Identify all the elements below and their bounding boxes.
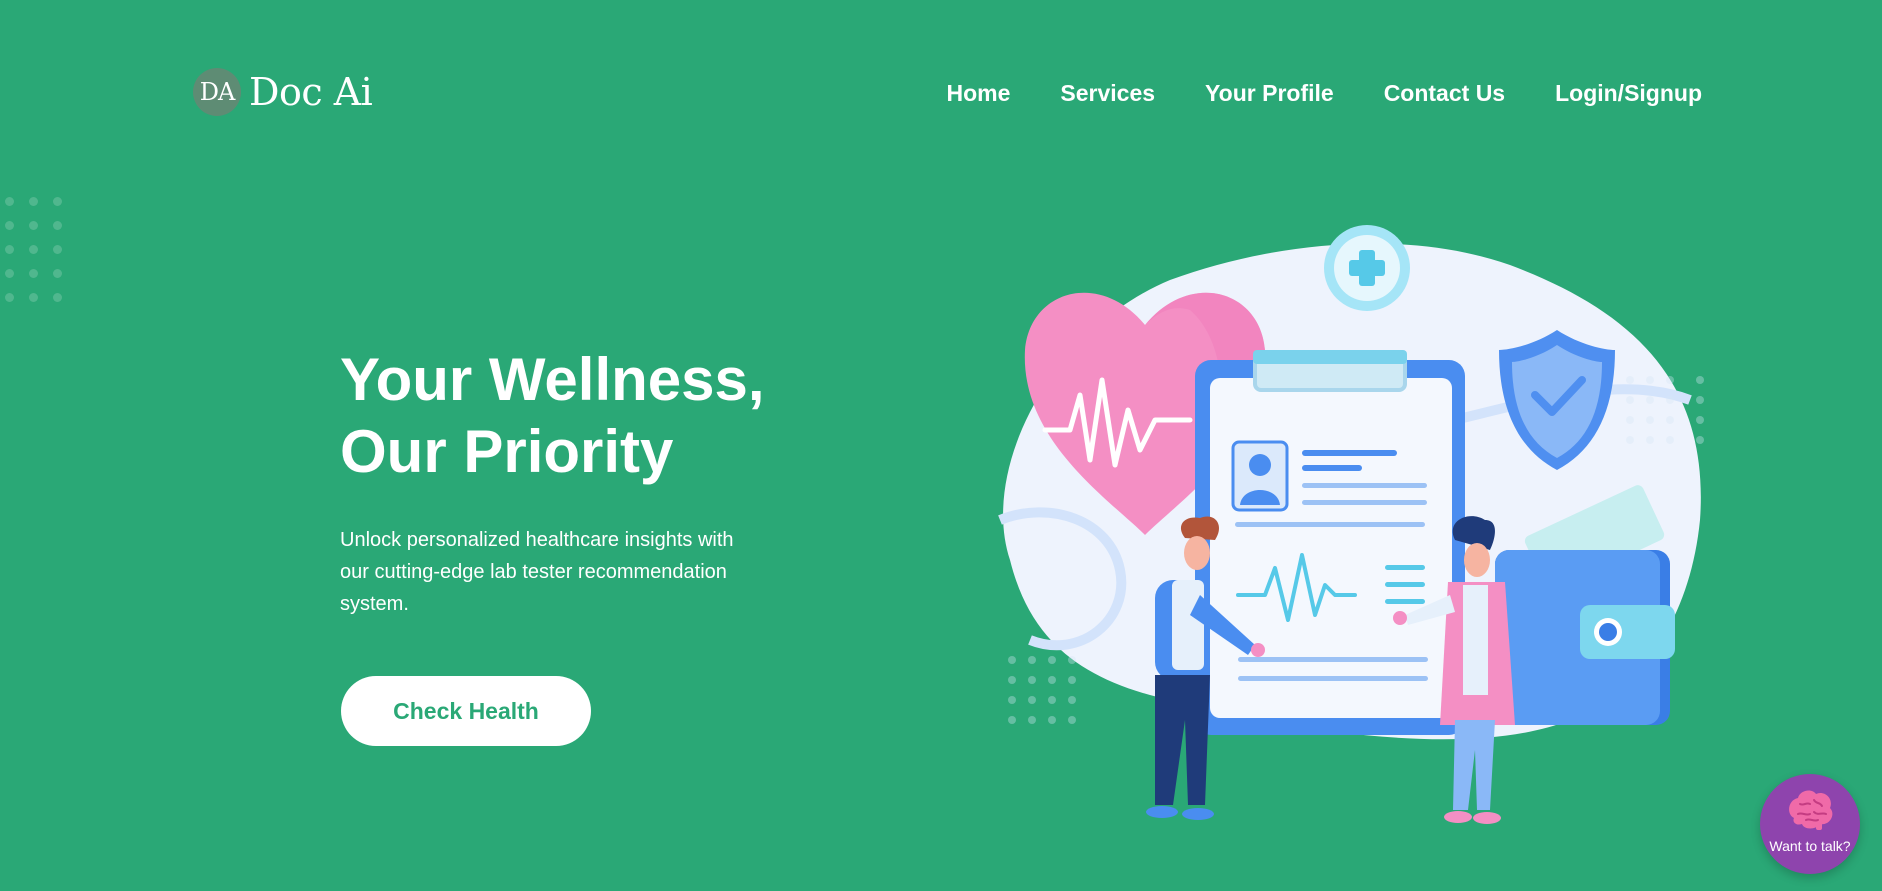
illustration-dots-left <box>1008 656 1076 724</box>
decorative-dots <box>5 197 62 302</box>
hero-title: Your Wellness, Our Priority <box>340 344 765 488</box>
nav-your-profile[interactable]: Your Profile <box>1205 80 1334 107</box>
hero-title-line-1: Your Wellness, <box>340 346 765 413</box>
main-nav: Home Services Your Profile Contact Us Lo… <box>946 80 1702 107</box>
nav-services[interactable]: Services <box>1060 80 1155 107</box>
chat-label: Want to talk? <box>1769 838 1851 854</box>
landing-page: DA Doc Ai Home Services Your Profile Con… <box>0 0 1882 891</box>
logo-text: Doc Ai <box>249 70 373 114</box>
brain-icon <box>1789 790 1833 830</box>
nav-login-signup[interactable]: Login/Signup <box>1555 80 1702 107</box>
logo[interactable]: DA Doc Ai <box>193 68 373 116</box>
nav-home[interactable]: Home <box>946 80 1010 107</box>
healthcare-illustration <box>998 225 1704 824</box>
check-health-button[interactable]: Check Health <box>341 676 591 746</box>
nav-contact-us[interactable]: Contact Us <box>1384 80 1505 107</box>
logo-badge: DA <box>193 68 241 116</box>
chat-bubble-button[interactable]: Want to talk? <box>1760 774 1860 874</box>
hero-title-line-2: Our Priority <box>340 418 674 485</box>
hero-description: Unlock personalized healthcare insights … <box>340 529 734 615</box>
clipboard-icon <box>1195 350 1465 735</box>
